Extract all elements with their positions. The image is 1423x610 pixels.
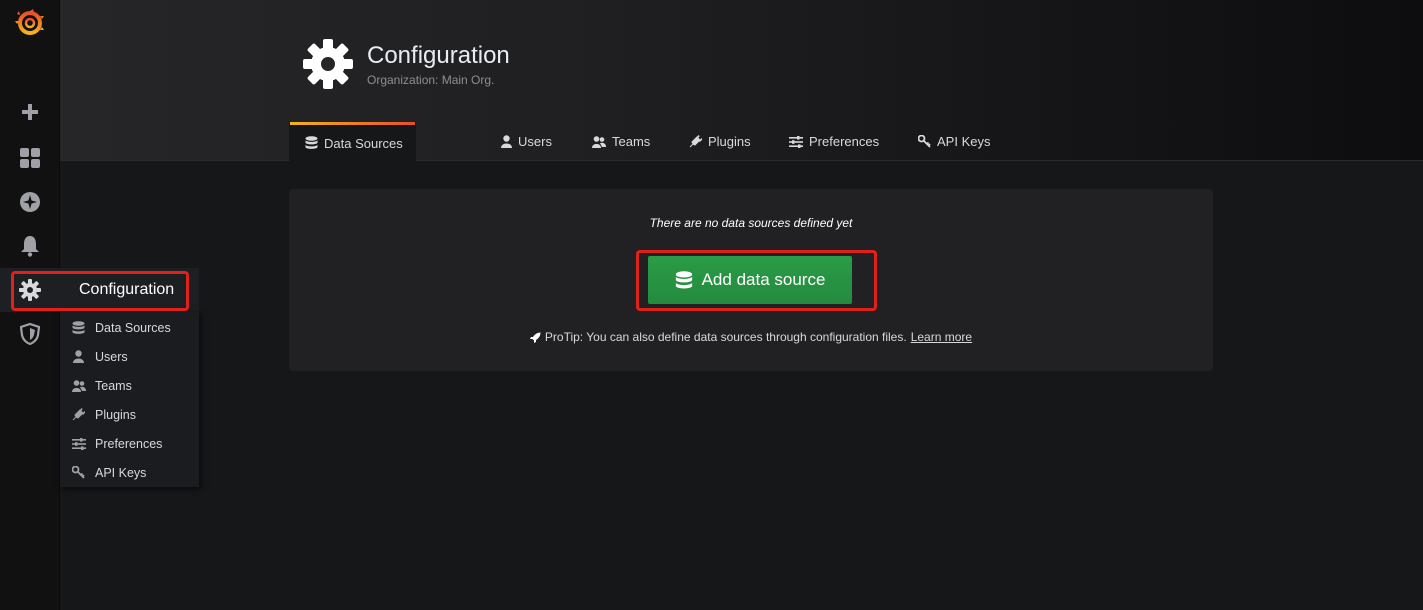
users-icon [592, 135, 606, 148]
menu-item-preferences[interactable]: Preferences [60, 429, 199, 458]
tab-label: Teams [612, 134, 651, 149]
menu-item-label: Plugins [95, 407, 136, 422]
menu-item-api-keys[interactable]: API Keys [60, 458, 199, 487]
tab-label: API Keys [937, 134, 991, 149]
tab-teams[interactable]: Teams [592, 122, 650, 161]
menu-item-teams[interactable]: Teams [60, 371, 199, 400]
sliders-icon [60, 437, 95, 450]
plus-icon[interactable] [0, 92, 60, 132]
key-icon [918, 135, 931, 148]
tab-api-keys[interactable]: API Keys [918, 122, 990, 161]
gear-icon [302, 38, 354, 95]
tab-label: Plugins [708, 134, 751, 149]
sliders-icon [789, 135, 803, 148]
highlight-box [636, 250, 877, 311]
page-title: Configuration [367, 42, 510, 69]
alerting-bell-icon[interactable] [0, 226, 60, 266]
tab-data-sources[interactable]: Data Sources [289, 122, 416, 161]
plug-icon [689, 135, 702, 148]
page-header: Configuration Organization: Main Org. Da… [60, 0, 1423, 161]
tab-label: Data Sources [324, 135, 403, 151]
users-icon [60, 379, 95, 392]
menu-item-label: Users [95, 349, 128, 364]
menu-item-label: Teams [95, 378, 132, 393]
menu-item-users[interactable]: Users [60, 342, 199, 371]
protip-text: ProTip: You can also define data sources… [544, 330, 907, 344]
tab-plugins[interactable]: Plugins [689, 122, 751, 161]
highlight-box [11, 271, 189, 311]
learn-more-link[interactable]: Learn more [911, 330, 972, 344]
tab-label: Preferences [809, 134, 880, 149]
menu-item-data-sources[interactable]: Data Sources [60, 313, 199, 342]
user-icon [60, 350, 95, 363]
protip: ProTip: You can also define data sources… [289, 330, 1213, 344]
menu-item-label: Preferences [95, 436, 163, 451]
empty-state-title: There are no data sources defined yet [649, 216, 853, 230]
menu-item-plugins[interactable]: Plugins [60, 400, 199, 429]
explore-icon[interactable] [0, 182, 60, 222]
user-icon [501, 135, 512, 148]
database-icon [60, 320, 95, 335]
tab-preferences[interactable]: Preferences [789, 122, 879, 161]
dashboards-icon[interactable] [0, 138, 60, 178]
rocket-icon [529, 332, 541, 343]
tab-users[interactable]: Users [501, 122, 552, 161]
page-subtitle: Organization: Main Org. [367, 73, 495, 87]
key-icon [60, 466, 95, 479]
grafana-logo-icon[interactable] [0, 3, 60, 43]
menu-item-label: Data Sources [95, 320, 171, 335]
database-icon [305, 136, 318, 149]
menu-item-label: API Keys [95, 465, 147, 480]
plug-icon [60, 408, 95, 421]
tab-label: Users [518, 134, 552, 149]
